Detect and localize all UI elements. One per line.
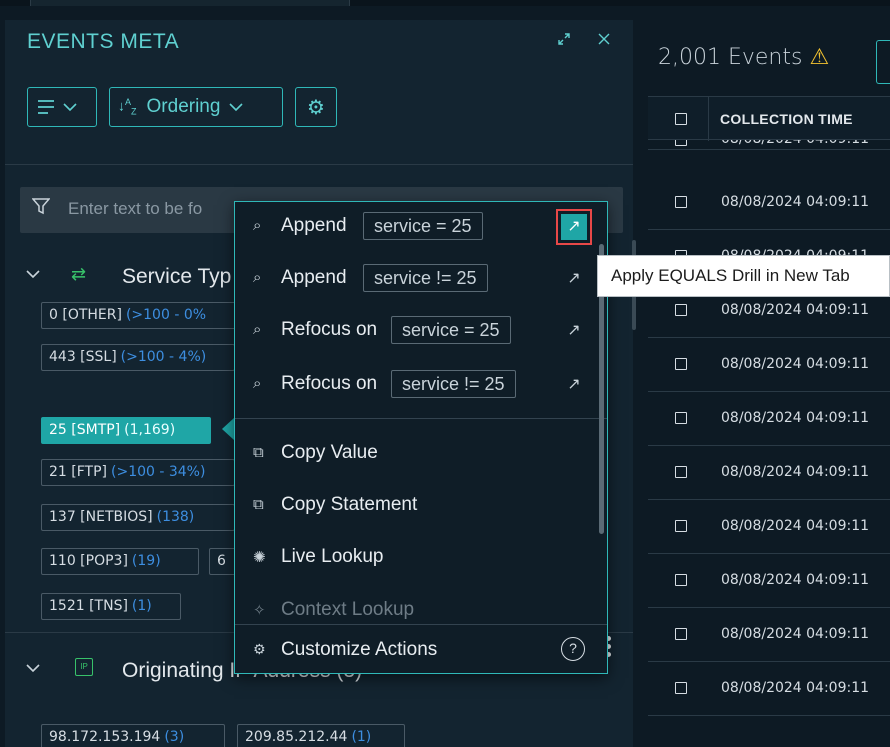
row-checkbox[interactable]	[675, 412, 687, 424]
value-chip[interactable]: 137 [NETBIOS] (138)	[41, 504, 235, 531]
tooltip: Apply EQUALS Drill in New Tab	[597, 255, 890, 297]
collection-time-cell: 08/08/2024 04:09:11	[721, 464, 870, 480]
collection-time-cell: 08/08/2024 04:09:11	[721, 302, 870, 318]
column-header-collection-time[interactable]: COLLECTION TIME	[720, 111, 853, 127]
row-checkbox[interactable]	[675, 520, 687, 532]
menu-item-refocus-equals[interactable]: ⌕ Refocus on service = 25 ↗	[235, 306, 607, 356]
row-checkbox[interactable]	[675, 196, 687, 208]
ip-address-icon: IP	[75, 658, 93, 676]
top-tab[interactable]	[30, 0, 350, 6]
row-checkbox[interactable]	[675, 358, 687, 370]
copy-icon: ⧉	[253, 444, 264, 461]
menu-item-copy-statement[interactable]: ⧉ Copy Statement	[235, 481, 607, 531]
top-tab-strip	[0, 0, 890, 6]
value-chip[interactable]: 1521 [TNS] (1)	[41, 593, 181, 620]
open-new-tab-icon[interactable]: ↗	[556, 209, 592, 245]
search-icon: ⌕	[253, 217, 262, 234]
chevron-down-icon	[63, 103, 77, 112]
live-lookup-icon: ✺	[253, 549, 266, 566]
table-row[interactable]: 08/08/2024 04:09:11	[648, 608, 890, 662]
context-lookup-icon: ✧	[253, 602, 266, 619]
menu-item-refocus-not-equals[interactable]: ⌕ Refocus on service != 25 ↗	[235, 360, 607, 410]
table-row[interactable]: 08/08/2024 04:09:11	[648, 140, 890, 150]
value-chip[interactable]: 98.172.153.194 (3)	[41, 724, 225, 747]
table-row[interactable]: 08/08/2024 04:09:11	[648, 338, 890, 392]
menu-item-customize-actions[interactable]: ⚙ Customize Actions ?	[235, 624, 607, 673]
ordering-label: Ordering	[146, 96, 221, 117]
help-icon[interactable]: ?	[561, 637, 585, 661]
divider	[5, 164, 633, 165]
row-checkbox[interactable]	[675, 140, 687, 146]
collection-time-cell: 08/08/2024 04:09:11	[721, 572, 870, 588]
copy-icon: ⧉	[253, 496, 264, 513]
close-icon[interactable]	[597, 32, 611, 51]
open-new-tab-icon[interactable]: ↗	[561, 318, 587, 344]
warning-icon: ⚠	[809, 45, 830, 70]
chevron-down-icon	[229, 103, 244, 112]
context-menu: ⌕ Append service = 25 ↗ ⌕ Append service…	[234, 201, 608, 674]
collection-time-cell: 08/08/2024 04:09:11	[721, 626, 870, 642]
table-row[interactable]: 08/08/2024 04:09:11	[648, 500, 890, 554]
collection-time-cell: 08/08/2024 04:09:11	[721, 194, 870, 210]
collection-time-cell: 08/08/2024 04:09:11	[721, 140, 869, 147]
chevron-down-icon[interactable]	[25, 264, 41, 285]
row-checkbox[interactable]	[675, 574, 687, 586]
row-checkbox[interactable]	[675, 682, 687, 694]
menu-item-copy-value[interactable]: ⧉ Copy Value	[235, 429, 607, 479]
query-pill: service = 25	[391, 316, 511, 344]
gear-icon: ⚙	[253, 641, 266, 657]
value-chip[interactable]: 209.85.212.44 (1)	[237, 724, 405, 747]
row-checkbox[interactable]	[675, 466, 687, 478]
value-chip[interactable]: 443 [SSL] (>100 - 4%)	[41, 344, 235, 371]
gear-icon: ⚙	[307, 96, 325, 119]
search-icon: ⌕	[253, 375, 262, 392]
events-toolbar-button[interactable]	[876, 40, 890, 84]
layout-toggle-button[interactable]	[27, 87, 97, 127]
table-row[interactable]: 08/08/2024 04:09:11	[648, 662, 890, 716]
row-checkbox[interactable]	[675, 304, 687, 316]
events-count: 2,001 Events ⚠	[658, 45, 830, 70]
collection-time-cell: 08/08/2024 04:09:11	[721, 518, 870, 534]
open-new-tab-icon[interactable]: ↗	[561, 266, 587, 292]
select-all-checkbox[interactable]	[675, 113, 687, 125]
table-row[interactable]: 08/08/2024 04:09:11	[648, 446, 890, 500]
menu-item-append-not-equals[interactable]: ⌕ Append service != 25 ↗	[235, 254, 607, 304]
settings-button[interactable]: ⚙	[295, 87, 337, 127]
search-icon: ⌕	[253, 269, 262, 286]
row-checkbox[interactable]	[675, 628, 687, 640]
query-pill: service != 25	[391, 370, 516, 398]
table-header: COLLECTION TIME	[648, 96, 890, 141]
table-row[interactable]: 08/08/2024 04:09:11	[648, 176, 890, 230]
query-pill: service != 25	[363, 264, 488, 292]
chevron-down-icon[interactable]	[25, 658, 41, 679]
value-chip[interactable]: 21 [FTP] (>100 - 34%)	[41, 459, 235, 486]
panel-title: EVENTS META	[27, 30, 180, 53]
filter-icon	[31, 197, 51, 221]
query-pill: service = 25	[363, 212, 483, 240]
search-icon: ⌕	[253, 321, 262, 338]
filter-placeholder: Enter text to be fo	[68, 199, 203, 218]
value-chip[interactable]: 0 [OTHER] (>100 - 0%	[41, 302, 241, 329]
ordering-dropdown[interactable]: ↓AZ Ordering	[109, 87, 283, 127]
expand-icon[interactable]	[557, 32, 571, 51]
collection-time-cell: 08/08/2024 04:09:11	[721, 680, 870, 696]
list-layout-icon	[38, 100, 54, 114]
open-new-tab-icon[interactable]: ↗	[561, 372, 587, 398]
table-row[interactable]: 08/08/2024 04:09:11	[648, 392, 890, 446]
menu-item-append-equals[interactable]: ⌕ Append service = 25 ↗	[235, 202, 607, 252]
table-row[interactable]: 08/08/2024 04:09:11	[648, 554, 890, 608]
menu-divider	[235, 418, 607, 419]
section-title: Service Typ	[122, 265, 232, 288]
sort-az-icon: ↓AZ	[118, 96, 137, 117]
value-chip-selected[interactable]: 25 [SMTP] (1,169)	[41, 417, 211, 444]
service-type-icon: ⇄	[71, 264, 87, 284]
collection-time-cell: 08/08/2024 04:09:11	[721, 410, 870, 426]
menu-item-live-lookup[interactable]: ✺ Live Lookup	[235, 533, 607, 583]
collection-time-cell: 08/08/2024 04:09:11	[721, 356, 870, 372]
selection-pointer	[222, 418, 234, 440]
value-chip[interactable]: 110 [POP3] (19)	[41, 548, 199, 575]
